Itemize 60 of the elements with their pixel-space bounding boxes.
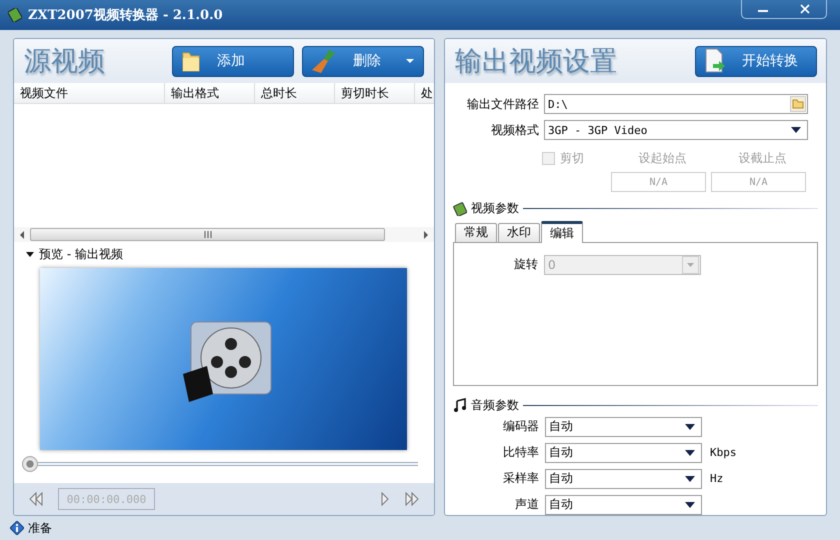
info-icon [10,521,24,535]
field-label: 设截止点 [738,150,788,166]
delete-button[interactable]: 删除 [302,46,424,76]
field-label: 比特率 [502,444,539,462]
caret-icon [789,126,803,134]
add-button[interactable]: 添加 [172,46,294,76]
dropdown[interactable]: 自动 [545,494,702,515]
column-header[interactable]: 剪切时长 [335,83,415,103]
field-label: 旋转 [513,256,538,274]
browse-button[interactable] [790,96,806,112]
panel-title: 输出视频设置 [455,45,618,79]
document-arrow-icon [704,48,726,74]
time-display: 00:00:00.000 [58,488,155,510]
dropdown[interactable]: 自动 [545,468,702,489]
scroll-thumb[interactable] [30,228,385,241]
right-arrow-icon [422,230,430,240]
left-arrow-icon [18,230,26,240]
window-title: ZXT2007视频转换器 - 2.1.0.0 [28,7,223,24]
field-label: 采样率 [502,470,539,488]
format-dropdown[interactable]: 3GP - 3GP Video [544,120,808,140]
caret-icon [683,474,697,483]
unit-label: Hz [710,472,724,486]
tab[interactable]: 常规 [455,222,497,242]
status-text: 准备 [28,520,52,536]
music-note-icon [453,398,467,412]
unit-label: Kbps [710,446,736,460]
caret-icon [683,422,697,431]
column-header[interactable]: 视频文件 [14,83,165,103]
path-field[interactable]: D:\ [544,94,808,114]
panel-title: 源视频 [24,45,106,79]
checkbox-label: 剪切 [560,150,585,166]
fast-forward-icon [404,492,420,506]
field-label: 编码器 [502,418,539,436]
grip-icon [204,231,212,238]
play-icon [380,492,390,506]
tab[interactable]: 编辑 [541,220,583,243]
close-icon [799,4,811,14]
section-title: 视频参数 [471,200,519,218]
field-label: 声道 [514,496,539,514]
horizontal-scrollbar[interactable] [14,227,434,242]
folder-icon [792,99,804,109]
expand-arrow-icon[interactable] [26,250,35,258]
caret-icon [686,262,695,268]
field-label: 设起始点 [638,150,688,166]
dropdown[interactable]: 自动 [545,442,702,463]
column-header[interactable]: 输出格式 [165,83,255,103]
section-title: 音频参数 [471,396,519,414]
broom-icon [311,48,337,74]
start-convert-button[interactable]: 开始转换 [695,46,817,76]
caret-icon [683,500,697,509]
column-header[interactable]: 总时长 [255,83,335,103]
dropdown[interactable]: 自动 [545,416,702,437]
rewind-icon [28,492,44,506]
caret-icon [405,58,415,64]
preview-label: 预览 - 输出视频 [39,246,123,262]
tab[interactable]: 水印 [498,222,540,242]
field-label: 输出文件路径 [466,96,539,112]
field-label: 视频格式 [490,122,539,138]
caret-icon [683,448,697,457]
seek-handle[interactable] [22,456,38,472]
